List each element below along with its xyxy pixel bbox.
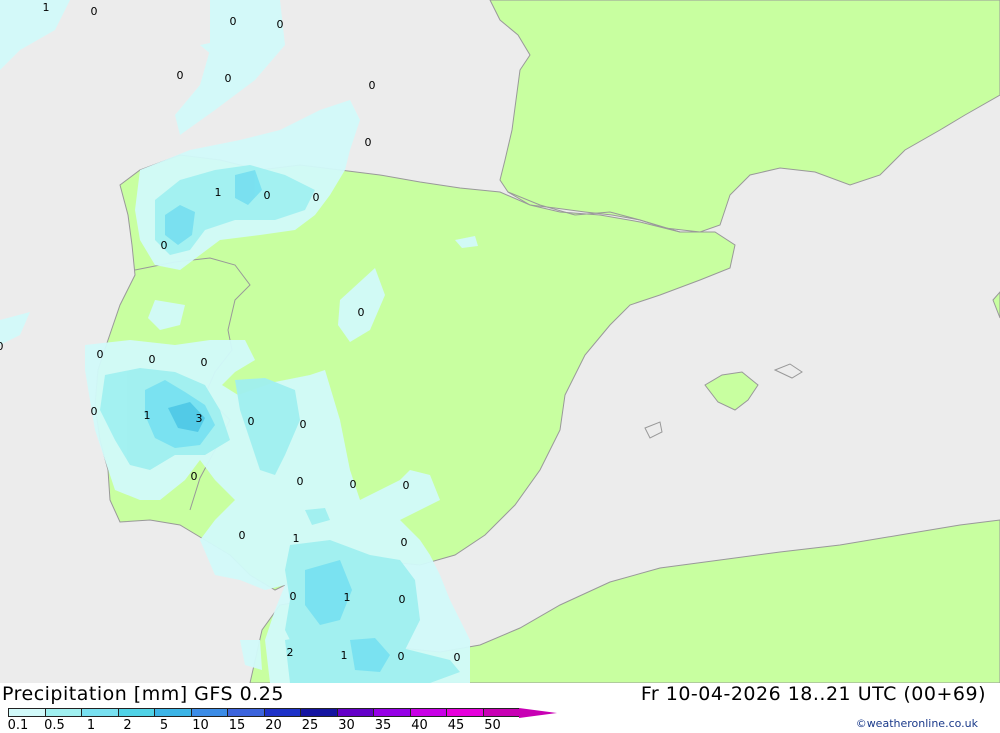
legend-tick-label: 2 [123,718,132,733]
lbl-15: 0 [97,348,104,361]
legend-swatch [227,708,264,717]
lbl-20: 0 [91,405,98,418]
lbl-18: 1 [144,409,151,422]
legend-tick-label: 35 [374,718,392,733]
legend-ticks: 0.1 0.5 1 2 5 10 15 20 25 30 35 40 45 50 [0,718,520,733]
legend-tick-label: 45 [447,718,465,733]
lbl-28: 0 [239,529,246,542]
lbl-19: 3 [196,412,203,425]
legend-tick-label: 20 [265,718,282,733]
lbl-36: 0 [290,590,297,603]
lbl-30: 1 [344,591,351,604]
legend-arrow [519,708,557,718]
color-legend [8,708,557,718]
lbl-05: 0 [177,69,184,82]
legend-tick-label: 1 [86,718,96,733]
lbl-08: 0 [365,136,372,149]
legend-swatch [263,708,300,717]
lbl-04: 0 [277,18,284,31]
lbl-27: 1 [293,532,300,545]
lbl-23: 0 [191,470,198,483]
legend-swatch [300,708,337,717]
legend-tick-label: 30 [338,718,355,733]
legend-bar: Precipitation [mm] GFS 0.25 Fr 10-04-202… [0,683,1000,733]
precipitation-map: 1 0 0 0 0 0 0 0 1 0 0 0 0 0 0 0 0 1 3 0 … [0,0,1000,683]
legend-tick-label: 5 [159,718,169,733]
lbl-29: 0 [401,536,408,549]
legend-tick-label: 25 [301,718,319,733]
lbl-31: 0 [399,593,406,606]
lbl-24: 0 [297,475,304,488]
lbl-02: 0 [91,5,98,18]
lbl-32: 2 [287,646,294,659]
legend-swatch [373,708,410,717]
lbl-13: 0 [358,306,365,319]
lbl-17: 0 [201,356,208,369]
legend-swatch [409,708,446,717]
legend-tick-label: 0.1 [7,718,29,733]
lbl-01: 1 [43,1,50,14]
lbl-26: 0 [403,479,410,492]
legend-tick-label: 15 [228,718,246,733]
legend-swatch [117,708,154,717]
legend-swatch [44,708,81,717]
legend-tick-label: 10 [192,718,209,733]
forecast-datetime: Fr 10-04-2026 18..21 UTC (00+69) [640,683,986,705]
legend-swatch [154,708,191,717]
lbl-10: 0 [264,189,271,202]
legend-swatch [482,708,519,717]
lbl-35: 0 [454,651,461,664]
legend-swatch [336,708,373,717]
lbl-21: 0 [248,415,255,428]
lbl-09: 1 [215,186,222,199]
credit-link[interactable]: ©weatheronline.co.uk [856,717,978,730]
lbl-06: 0 [225,72,232,85]
legend-swatch [190,708,227,717]
lbl-03: 0 [230,15,237,28]
lbl-11: 0 [313,191,320,204]
legend-swatch [446,708,483,717]
legend-swatch [81,708,118,717]
lbl-22: 0 [300,418,307,431]
lbl-07: 0 [369,79,376,92]
map-title: Precipitation [mm] GFS 0.25 [2,683,284,705]
lbl-25: 0 [350,478,357,491]
lbl-33: 1 [341,649,348,662]
legend-tick-label: 50 [484,718,501,733]
legend-tick-label: 40 [411,718,428,733]
lbl-34: 0 [398,650,405,663]
lbl-14: 0 [0,340,4,353]
lbl-12: 0 [161,239,168,252]
legend-swatch [8,708,45,717]
lbl-16: 0 [149,353,156,366]
legend-tick-label: 0.5 [44,718,65,733]
